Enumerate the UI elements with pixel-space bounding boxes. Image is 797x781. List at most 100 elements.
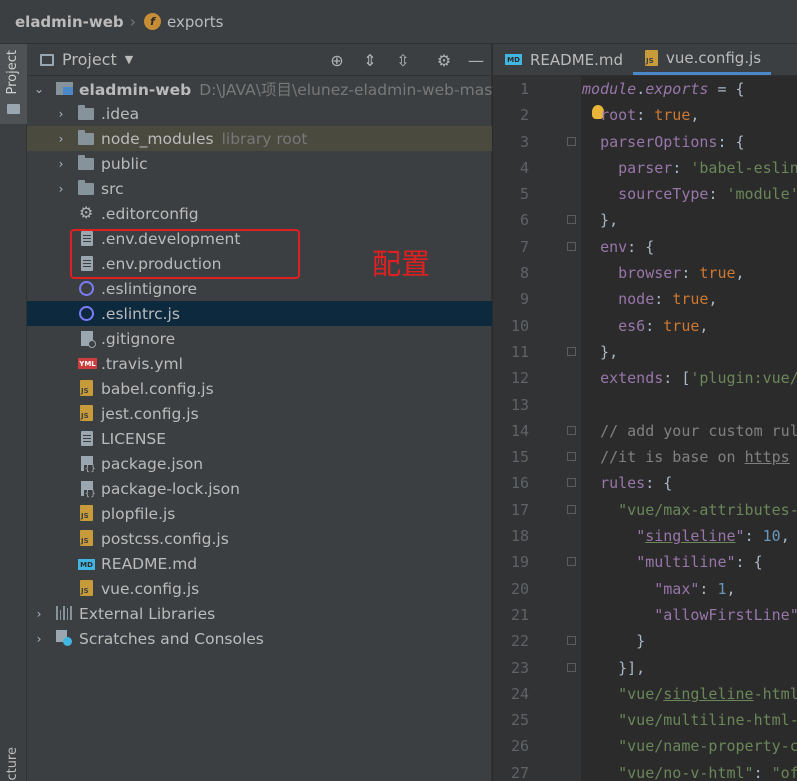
code-line: 7 env: { (493, 234, 797, 260)
tree-item[interactable]: › public (27, 151, 492, 176)
tree-item[interactable]: package.json (27, 451, 492, 476)
folder-icon (78, 180, 94, 195)
tab-label: vue.config.js (666, 49, 762, 67)
fold-icon[interactable] (567, 662, 576, 672)
code-line: 25 "vue/multiline-html-element-content-n… (493, 707, 797, 733)
tree-item-label-wrap: node_modules library root (101, 130, 307, 148)
js-file-icon: JS (645, 50, 659, 66)
code-line: 20 "max": 1, (493, 576, 797, 602)
tree-root[interactable]: ⌄ eladmin-web D:\JAVA\项目\elunez-eladmin-w… (27, 76, 514, 101)
fold-icon[interactable] (567, 425, 576, 435)
code-line: 27 "vue/no-v-html": "off", (493, 760, 797, 781)
tree-item[interactable]: package-lock.json (27, 476, 492, 501)
tree-item-label: .eslintignore (101, 279, 198, 298)
tree-item[interactable]: MD README.md (27, 551, 492, 576)
tree-item[interactable]: JS vue.config.js (27, 576, 492, 601)
tab-vue-config[interactable]: JS vue.config.js (633, 44, 772, 75)
project-view-selector[interactable]: Project (62, 50, 117, 69)
fold-icon[interactable] (567, 504, 576, 514)
js-file-icon: JS (80, 505, 93, 521)
project-panel: Project ▼ ⊕ ⇕ ⇳ ⚙ — ⌄ eladmin-web D:\JAVA… (27, 44, 514, 781)
chevron-right-icon[interactable]: › (32, 607, 46, 621)
line-number: 26 (510, 737, 529, 756)
tree-item-label: plopfile.js (101, 504, 176, 523)
code-text: env: { (600, 237, 655, 256)
expand-all-icon[interactable]: ⇕ (360, 50, 380, 70)
breadcrumb-project[interactable]: eladmin-web (15, 13, 124, 31)
structure-tool-button[interactable]: cture (5, 747, 20, 781)
code-editor[interactable]: MD README.md JS vue.config.js 1 module.ex… (493, 44, 797, 781)
hide-panel-icon[interactable]: — (466, 50, 486, 70)
code-line: 3 parserOptions: { (493, 129, 797, 155)
line-number: 12 (510, 369, 529, 388)
tree-item[interactable]: JS jest.config.js (27, 401, 492, 426)
gear-icon[interactable]: ⚙ (434, 50, 454, 70)
tree-item-label: External Libraries (79, 604, 216, 623)
tree-item[interactable]: .gitignore (27, 326, 492, 351)
root-path: D:\JAVA\项目\elunez-eladmin-web-master (199, 80, 515, 99)
locate-file-icon[interactable]: ⊕ (327, 50, 347, 70)
collapse-all-icon[interactable]: ⇳ (393, 50, 413, 70)
tab-readme[interactable]: MD README.md (493, 44, 633, 75)
left-tool-strip: Project cture (0, 44, 27, 781)
tree-item[interactable]: › src (27, 176, 492, 201)
code-text: "allowFirstLine": false (654, 605, 797, 624)
chevron-right-icon[interactable]: › (54, 157, 68, 171)
module-folder-icon (56, 82, 73, 95)
fold-icon[interactable] (567, 636, 576, 646)
code-text: // add your custom rules here (600, 421, 797, 440)
library-root-note: library root (221, 129, 308, 148)
tree-item[interactable]: JS babel.config.js (27, 376, 492, 401)
line-number: 18 (510, 527, 529, 546)
folder-icon (78, 155, 94, 170)
tab-label: README.md (530, 50, 624, 69)
code-text: }], (582, 658, 646, 677)
code-text: "vue/multiline-html-element-content-newl… (618, 711, 797, 730)
tree-item[interactable]: › node_modules library root (27, 126, 492, 151)
code-text: }, (582, 211, 619, 230)
folder-icon (78, 130, 94, 145)
fold-icon[interactable] (567, 452, 576, 462)
code-line: 10 es6: true, (493, 313, 797, 339)
json-file-icon (81, 481, 97, 499)
tree-scratches[interactable]: › Scratches and Consoles (27, 626, 492, 651)
fold-icon[interactable] (567, 215, 576, 225)
breadcrumb-file[interactable]: exports (167, 13, 223, 31)
breadcrumb-separator-icon: › (129, 12, 137, 31)
line-number: 6 (519, 211, 529, 230)
project-tool-label: Project (5, 50, 20, 95)
chevron-right-icon[interactable]: › (54, 107, 68, 121)
tree-item[interactable]: LICENSE (27, 426, 492, 451)
tree-external-libraries[interactable]: › External Libraries (27, 601, 492, 626)
code-line: 24 "vue/singleline-html-element-content-… (493, 681, 797, 707)
code-line: 15 //it is base on https (493, 444, 797, 470)
tree-item-selected[interactable]: .eslintrc.js (27, 301, 492, 326)
fold-icon[interactable] (567, 478, 576, 488)
function-icon: f (144, 13, 162, 30)
project-tool-button[interactable]: Project (0, 44, 27, 124)
tree-item[interactable]: JS postcss.config.js (27, 526, 492, 551)
code-line: 4 parser: 'babel-eslint', (493, 155, 797, 181)
line-number: 17 (510, 500, 529, 519)
chevron-down-icon[interactable]: ⌄ (32, 82, 46, 96)
code-text: "singleline": 10, (636, 527, 790, 546)
code-text: root: true, (600, 106, 700, 125)
chevron-right-icon[interactable]: › (54, 182, 68, 196)
line-number: 21 (510, 605, 529, 624)
fold-icon[interactable] (567, 241, 576, 251)
chevron-right-icon[interactable]: › (32, 632, 46, 646)
fold-icon[interactable] (567, 136, 576, 146)
code-line: 2 root: true, (493, 102, 797, 128)
tree-item[interactable]: YML .travis.yml (27, 351, 492, 376)
tree-item[interactable]: › .idea (27, 101, 492, 126)
tree-item[interactable]: JS plopfile.js (27, 501, 492, 526)
code-text: extends: ['plugin:vue/recommended'], (600, 369, 797, 388)
js-file-icon: JS (80, 530, 93, 546)
code-line: 23 }], (493, 655, 797, 681)
fold-icon[interactable] (567, 346, 576, 356)
yaml-icon: YML (78, 358, 97, 369)
chevron-right-icon[interactable]: › (54, 132, 68, 146)
chevron-down-icon[interactable]: ▼ (125, 53, 133, 66)
fold-icon[interactable] (567, 557, 576, 567)
tree-item[interactable]: ⚙ .editorconfig (27, 201, 492, 226)
